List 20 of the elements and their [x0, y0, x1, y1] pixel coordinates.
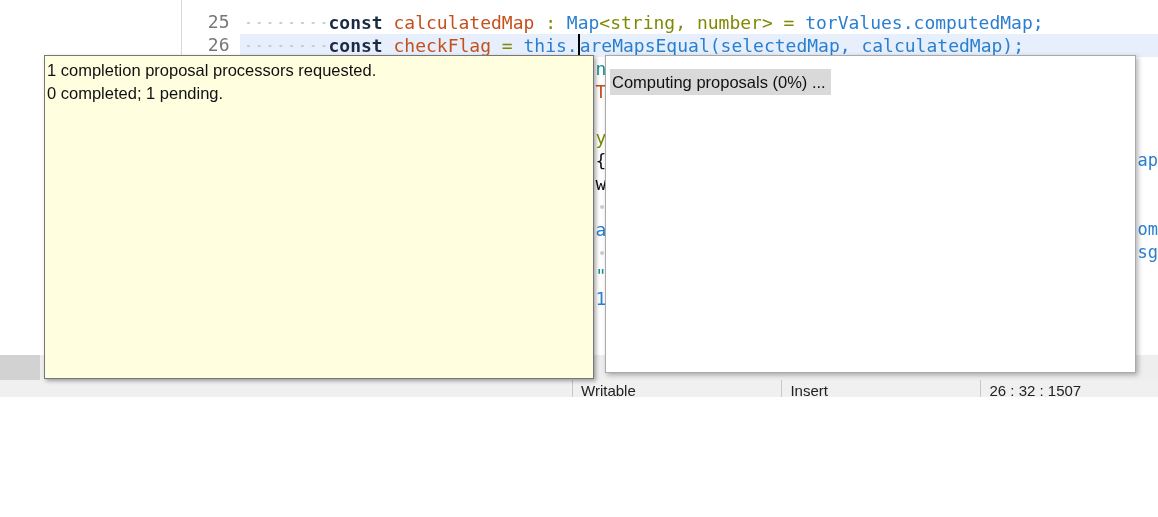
code-fragment: {: [595, 149, 607, 172]
code-fragment: sg: [1137, 241, 1158, 264]
status-field: Insert: [781, 380, 981, 397]
status-field: 26 : 32 : 1507: [980, 380, 1158, 397]
line-number: 25: [206, 11, 231, 34]
tooltip-text: 1 completion proposal processors requested.: [47, 60, 378, 81]
code-fragment: a: [595, 218, 607, 241]
code-fragment: om: [1137, 218, 1158, 241]
code-fragment: ": [595, 264, 607, 287]
scrollbar-thumb[interactable]: [0, 355, 40, 380]
progress-status: Computing proposals (0%) ...: [610, 69, 831, 95]
code-fragment: y: [595, 126, 607, 149]
tooltip-text: 0 completed; 1 pending.: [47, 83, 225, 104]
code-fragment: T: [595, 80, 607, 103]
status-field: Writable: [572, 380, 782, 397]
code-fragment: n: [595, 57, 607, 80]
code-fragment: 1: [595, 287, 607, 310]
code-fragment: ap: [1137, 149, 1158, 172]
code-line: const calculatedMap : Map<string, number> = torValues.computedMap;: [239, 11, 1158, 34]
line-number: 26: [206, 34, 231, 57]
